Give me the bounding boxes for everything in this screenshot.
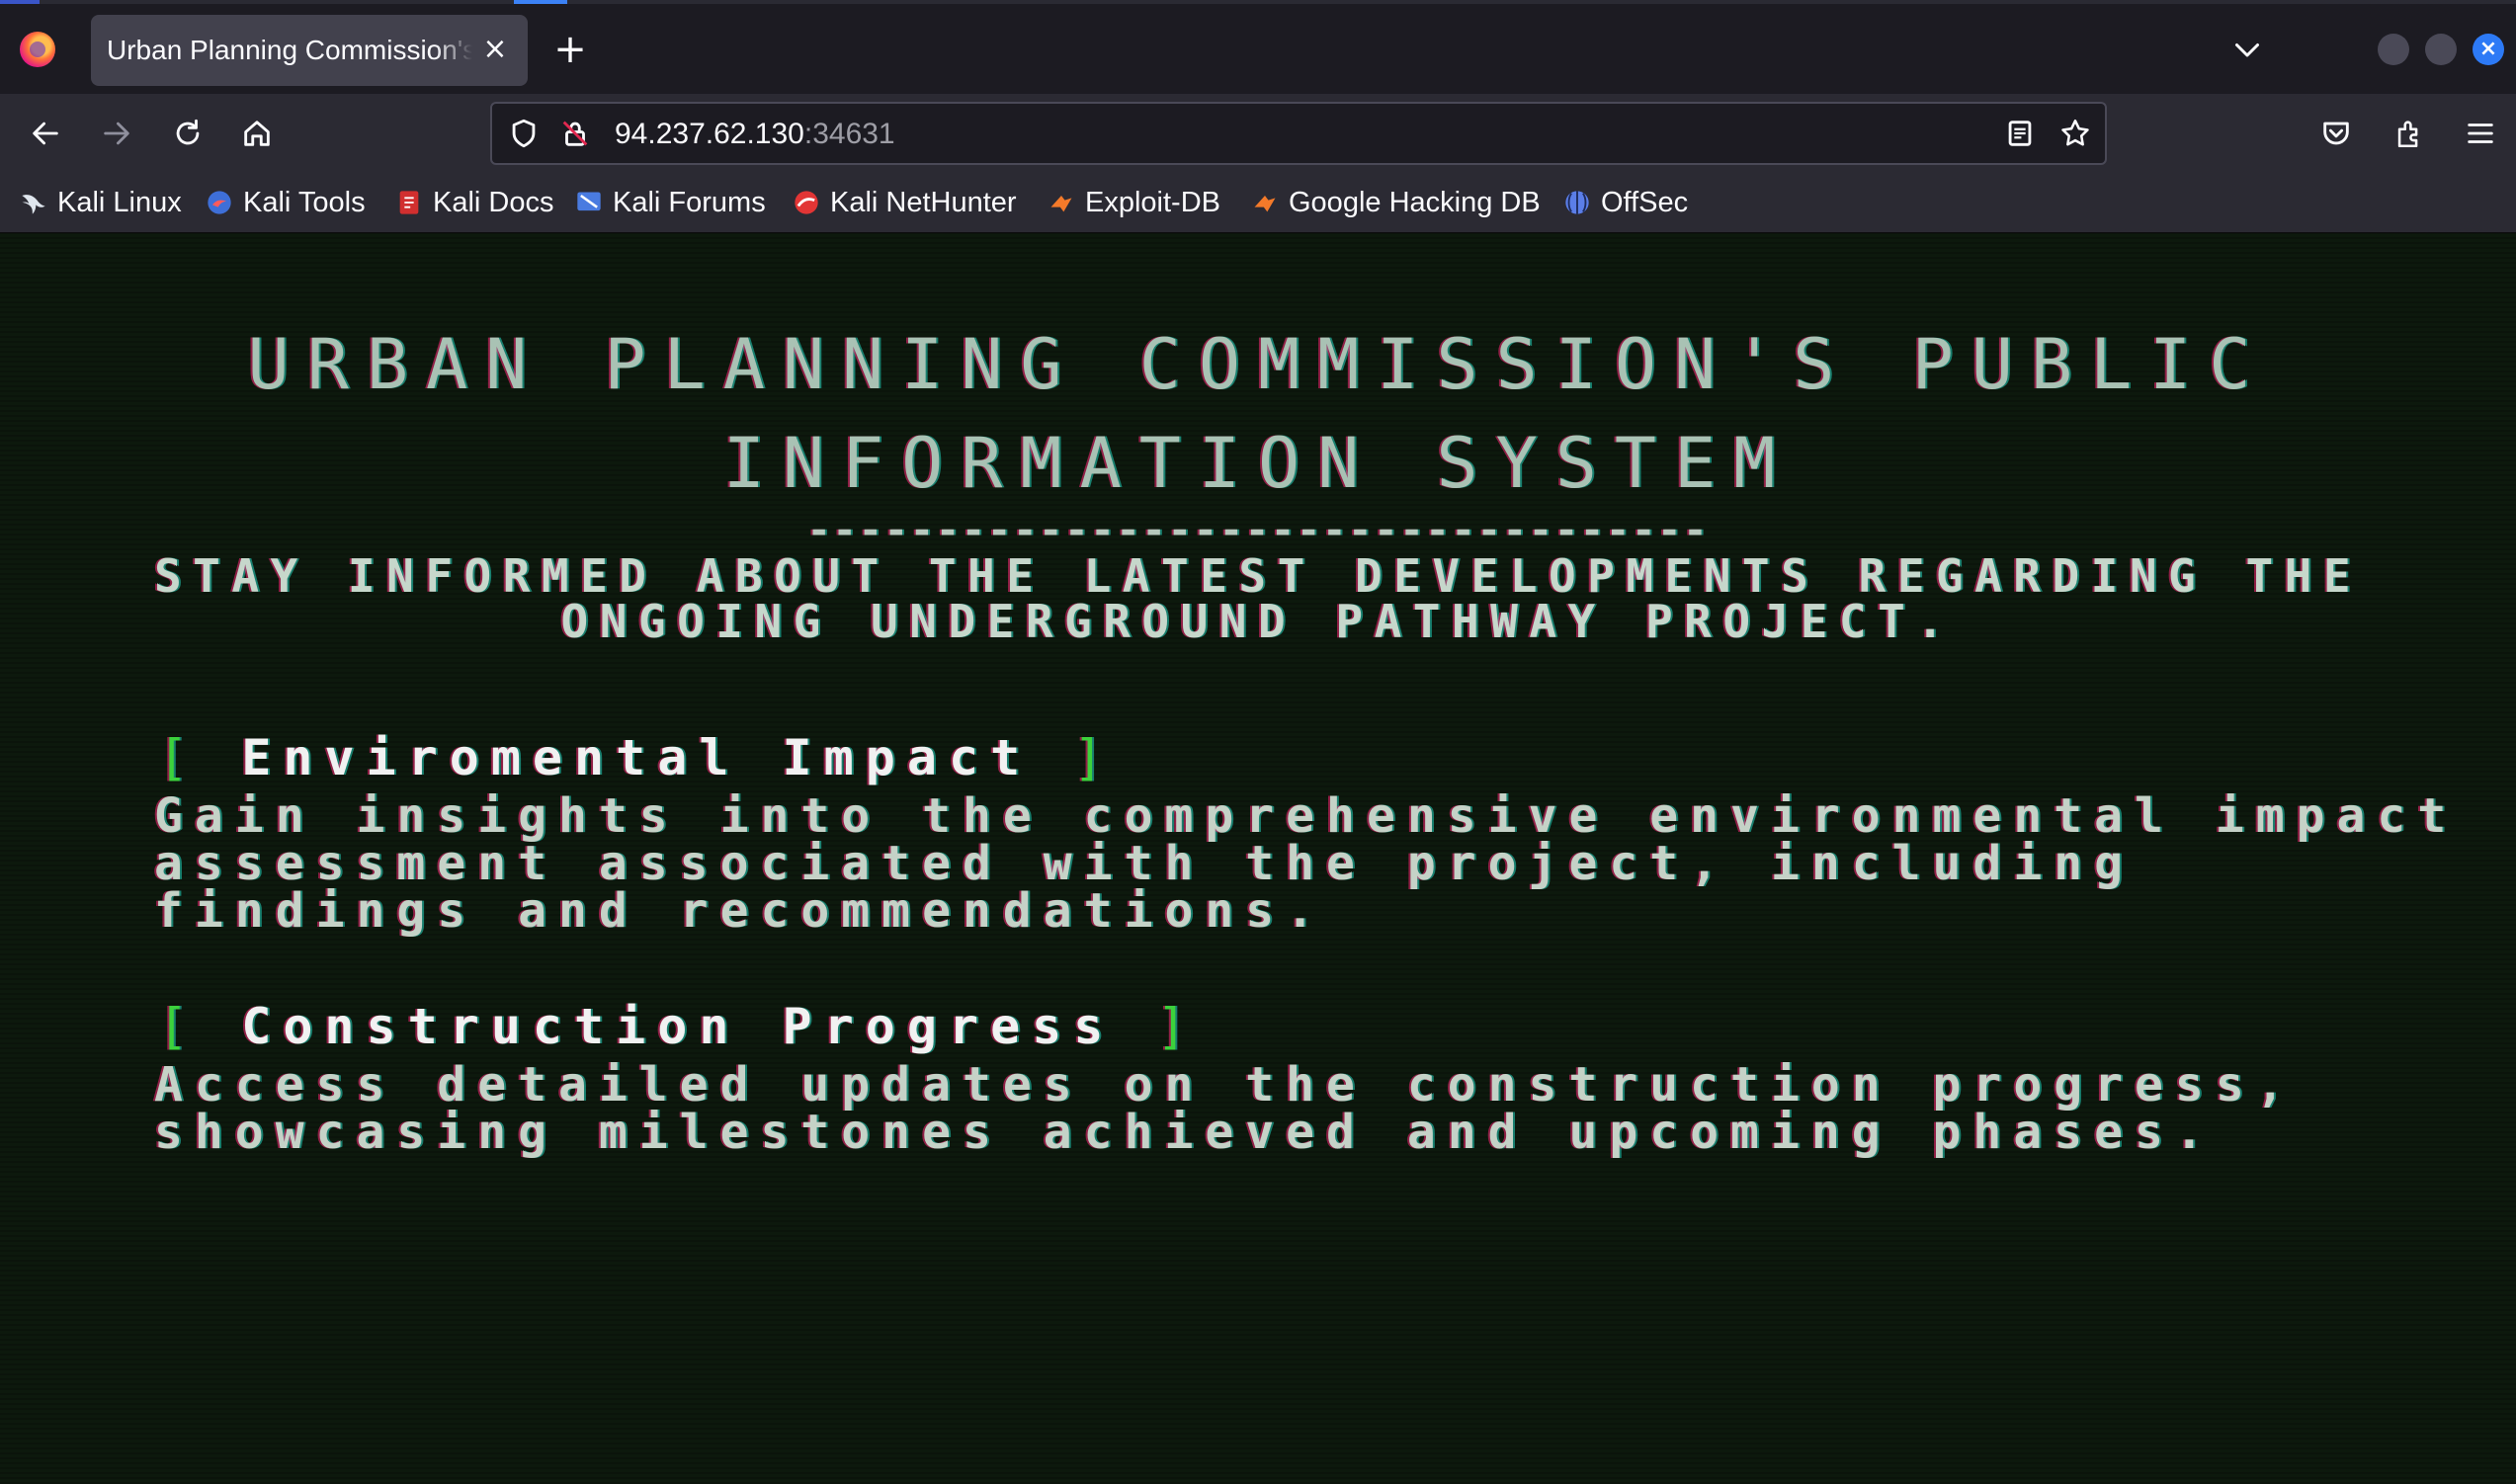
maximize-button[interactable] — [2425, 34, 2457, 65]
description-line: findings and recommendations. — [154, 883, 1327, 939]
subtitle-line-2: ONGOING UNDERGROUND PATHWAY PROJECT. — [560, 595, 1956, 648]
web-page: URBAN PLANNING COMMISSION'S PUBLIC INFOR… — [0, 233, 2516, 1484]
bracket-close: ] — [1073, 729, 1116, 786]
ghdb-icon — [1254, 196, 1276, 212]
reader-view-icon[interactable] — [1998, 112, 2042, 155]
description-line: showcasing milestones achieved and upcom… — [154, 1105, 2216, 1160]
description-line: Access detailed updates on the construct… — [154, 1057, 2297, 1113]
exploit-db-icon — [1050, 196, 1072, 212]
bookmark-star-icon[interactable] — [2054, 112, 2097, 155]
reload-icon[interactable] — [166, 112, 210, 155]
hamburger-menu-icon[interactable] — [2459, 112, 2502, 155]
section-heading-environmental-impact[interactable]: [ Enviromental Impact ] — [158, 729, 1115, 786]
minimize-button[interactable] — [2378, 34, 2409, 65]
description-line: assessment associated with the project, … — [154, 836, 2136, 891]
url-text[interactable]: 94.237.62.130:34631 — [615, 118, 895, 151]
extensions-icon[interactable] — [2388, 112, 2431, 155]
url-bar[interactable]: 94.237.62.130:34631 — [490, 102, 2107, 165]
bookmark-google-hacking-db[interactable]: Google Hacking DB — [1251, 185, 1541, 220]
bookmark-kali-linux[interactable]: Kali Linux — [20, 185, 182, 220]
bookmark-kali-forums[interactable]: Kali Forums — [575, 185, 766, 220]
bracket-open: [ — [158, 729, 201, 786]
bookmark-label: Kali Linux — [57, 186, 182, 218]
page-title-line-1: URBAN PLANNING COMMISSION'S PUBLIC — [247, 324, 2269, 405]
section-heading-construction-progress[interactable]: [ Construction Progress ] — [158, 998, 1199, 1055]
bookmark-label: OffSec — [1601, 186, 1689, 218]
bracket-open: [ — [158, 998, 201, 1055]
new-tab-button[interactable]: + — [549, 30, 591, 71]
section-heading-text: Construction Progress — [241, 998, 1116, 1055]
bookmark-label: Kali Tools — [243, 186, 366, 218]
navigation-toolbar: 94.237.62.130:34631 — [0, 94, 2516, 173]
back-arrow-icon[interactable] — [24, 112, 67, 155]
bookmark-exploit-db[interactable]: Exploit-DB — [1048, 185, 1220, 220]
tab-title: Urban Planning Commission's Public Infor… — [107, 35, 472, 65]
kali-tools-icon — [208, 191, 231, 214]
bookmark-kali-nethunter[interactable]: Kali NetHunter — [793, 185, 1017, 220]
bookmark-label: Kali NetHunter — [830, 186, 1017, 218]
shield-icon[interactable] — [502, 112, 545, 155]
section-heading-text: Enviromental Impact — [241, 729, 1033, 786]
tab-active[interactable]: Urban Planning Commission's Public Infor… — [91, 15, 528, 86]
description-line: Gain insights into the comprehensive env… — [154, 788, 2459, 844]
tab-close-icon[interactable]: × — [478, 33, 512, 66]
bookmark-label: Kali Forums — [613, 186, 766, 218]
bookmark-label: Kali Docs — [433, 186, 554, 218]
window-close-button[interactable]: × — [2473, 34, 2504, 65]
insecure-lock-icon[interactable] — [553, 112, 597, 155]
home-icon[interactable] — [235, 112, 279, 155]
tab-bar: Urban Planning Commission's Public Infor… — [0, 0, 2516, 94]
forward-arrow-icon[interactable] — [95, 112, 138, 155]
bracket-close: ] — [1156, 998, 1199, 1055]
bookmark-kali-tools[interactable]: Kali Tools — [206, 185, 366, 220]
kali-nethunter-icon — [795, 191, 818, 214]
url-host: 94.237.62.130 — [615, 118, 804, 150]
kali-dragon-icon — [22, 195, 45, 214]
tab-bar-top-strip — [0, 0, 2516, 4]
kali-forums-icon — [577, 192, 601, 211]
bookmark-label: Exploit-DB — [1085, 186, 1220, 218]
page-title-line-2: INFORMATION SYSTEM — [722, 423, 1794, 504]
bookmark-offsec[interactable]: OffSec — [1563, 185, 1688, 220]
url-port: :34631 — [803, 118, 895, 150]
title-divider: ----------------------------------- — [806, 508, 1710, 553]
bookmarks-toolbar: Kali Linux Kali Tools Kali Docs Kali For… — [0, 173, 2516, 233]
bookmark-kali-docs[interactable]: Kali Docs — [395, 185, 554, 220]
chevron-down-icon[interactable] — [2229, 32, 2265, 67]
section-description-construction-progress: Access detailed updates on the construct… — [154, 1061, 2297, 1156]
bookmark-label: Google Hacking DB — [1289, 186, 1541, 218]
section-description-environmental-impact: Gain insights into the comprehensive env… — [154, 792, 2458, 935]
firefox-logo-icon — [20, 32, 55, 67]
offsec-icon — [1565, 191, 1589, 214]
kali-docs-icon — [399, 191, 419, 214]
pocket-icon[interactable] — [2314, 112, 2358, 155]
